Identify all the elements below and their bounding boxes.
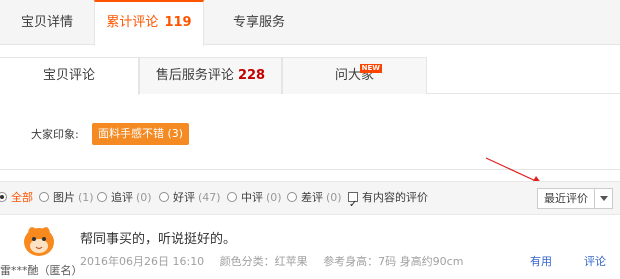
review-color: 颜色分类：红苹果 bbox=[219, 255, 308, 268]
reviewer-name: 雷***酏（匿名） bbox=[0, 264, 83, 277]
filter-label: 好评 bbox=[173, 191, 195, 204]
filter-label: 中评 bbox=[241, 191, 263, 204]
sort-label[interactable]: 最近评价 bbox=[538, 189, 595, 208]
tab-label: 宝贝详情 bbox=[20, 15, 73, 30]
radio-icon[interactable] bbox=[287, 192, 297, 202]
tab-item-detail[interactable]: 宝贝详情 bbox=[0, 0, 94, 45]
subtab-after-sale-reviews[interactable]: 售后服务评论 228 bbox=[139, 57, 282, 94]
filter-count: (47) bbox=[198, 191, 221, 204]
sort-dropdown[interactable]: 最近评价 bbox=[537, 188, 613, 209]
after-sale-count: 228 bbox=[237, 68, 266, 83]
radio-icon[interactable] bbox=[97, 192, 107, 202]
review-meta: 2016年06月26日 16:10 颜色分类：红苹果 参考身高：7码 身高约90… bbox=[80, 253, 475, 269]
radio-icon[interactable] bbox=[0, 192, 7, 202]
filter-bad[interactable]: 差评 (0) bbox=[287, 182, 342, 214]
filter-neutral[interactable]: 中评 (0) bbox=[227, 182, 282, 214]
subtab-label: 宝贝评论 bbox=[42, 68, 95, 83]
tab-exclusive-service[interactable]: 专享服务 bbox=[204, 0, 314, 45]
filter-label: 图片 bbox=[53, 191, 75, 204]
subtab-label: 售后服务评论 bbox=[155, 68, 234, 83]
review-date: 2016年06月26日 16:10 bbox=[80, 255, 205, 268]
impression-tag[interactable]: 面料手感不错 (3) bbox=[92, 123, 189, 145]
review-height: 参考身高：7码 身高约90cm bbox=[323, 255, 464, 268]
top-tab-bar: 宝贝详情 累计评论 119 专享服务 bbox=[0, 0, 620, 46]
filter-label: 差评 bbox=[301, 191, 323, 204]
review-count: 119 bbox=[164, 15, 192, 30]
filter-label: 有内容的评价 bbox=[362, 191, 428, 204]
filter-count: (0) bbox=[326, 191, 342, 204]
useful-link[interactable]: 有用 bbox=[530, 253, 552, 269]
filter-followup[interactable]: 追评 (0) bbox=[97, 182, 152, 214]
tab-label: 专享服务 bbox=[232, 15, 285, 30]
tab-cumulative-reviews[interactable]: 累计评论 119 bbox=[94, 0, 204, 46]
filter-count: (0) bbox=[266, 191, 282, 204]
filter-all[interactable]: 全部 bbox=[0, 182, 33, 214]
filter-count: (0) bbox=[136, 191, 152, 204]
new-badge: NEW bbox=[359, 64, 382, 73]
review-content: 帮同事买的，听说挺好的。 bbox=[80, 232, 237, 247]
impression-label: 大家印象: bbox=[31, 128, 79, 141]
filter-label: 全部 bbox=[11, 191, 33, 204]
filter-good[interactable]: 好评 (47) bbox=[159, 182, 221, 214]
reply-link[interactable]: 评论 bbox=[584, 253, 606, 269]
radio-icon[interactable] bbox=[227, 192, 237, 202]
filter-count: (1) bbox=[78, 191, 94, 204]
filter-with-content[interactable]: 有内容的评价 bbox=[348, 182, 428, 221]
subtab-item-reviews[interactable]: 宝贝评论 bbox=[0, 57, 139, 95]
filter-pictures[interactable]: 图片 (1) bbox=[39, 182, 94, 214]
radio-icon[interactable] bbox=[39, 192, 49, 202]
filter-label: 追评 bbox=[111, 191, 133, 204]
checkbox-icon[interactable] bbox=[348, 189, 358, 221]
chevron-down-icon[interactable] bbox=[600, 196, 608, 201]
review-filter-bar: 全部 图片(1) 追评(0) 好评(47) 中评(0) 差评(0) 有内容的评价 bbox=[0, 181, 620, 221]
subtab-ask-everyone[interactable]: 问大家 NEW bbox=[282, 57, 427, 94]
avatar bbox=[24, 227, 54, 256]
tab-label: 累计评论 bbox=[106, 15, 159, 30]
review-subtab-bar: 宝贝评论 售后服务评论 228 问大家 NEW bbox=[0, 57, 620, 95]
radio-icon[interactable] bbox=[159, 192, 169, 202]
